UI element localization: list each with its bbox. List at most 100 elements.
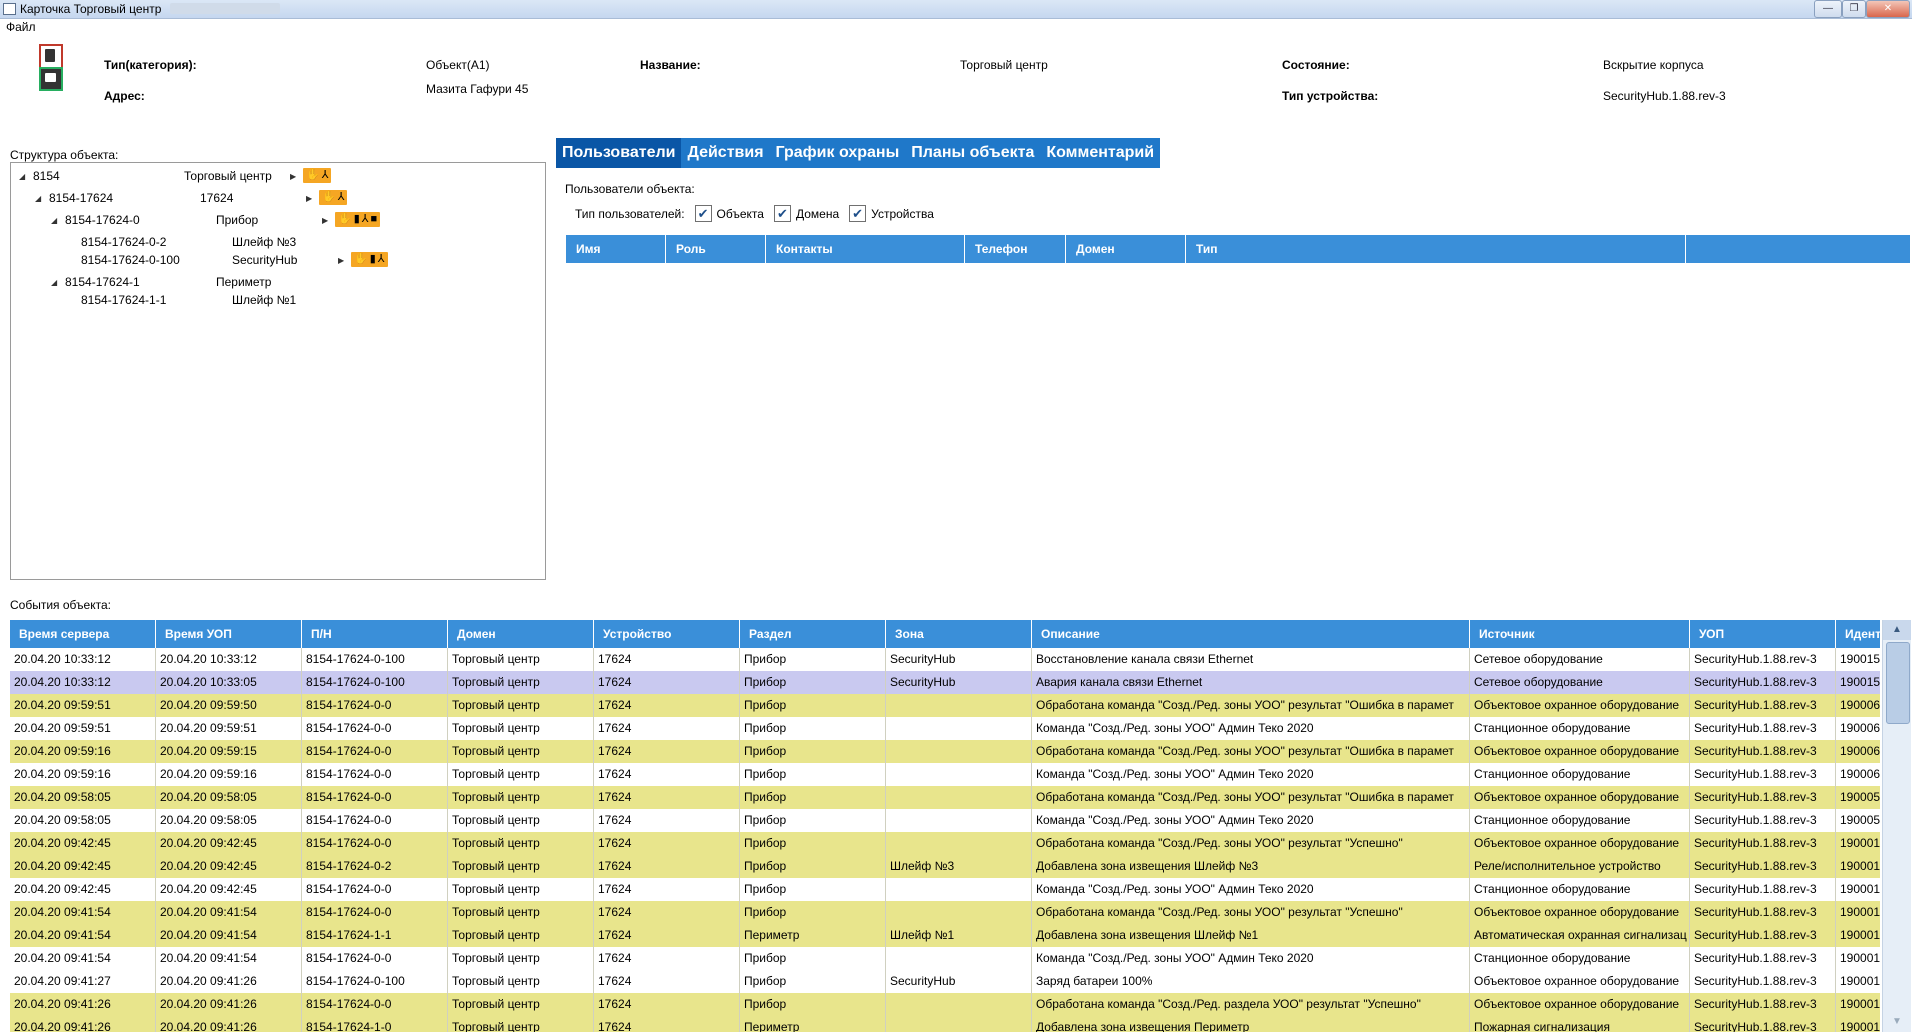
table-cell: Обработана команда "Созд./Ред. зоны УОО"… — [1032, 786, 1470, 809]
table-row[interactable]: 20.04.20 09:59:16 20.04.20 09:59:15 8154-1… — [10, 740, 1880, 763]
table-cell: 20.04.20 09:58:05 — [10, 786, 156, 809]
table-row[interactable]: 20.04.20 09:59:51 20.04.20 09:59:50 8154-1… — [10, 694, 1880, 717]
expand-icon[interactable]: ◢ — [19, 172, 25, 181]
tree-node-name[interactable]: Торговый центр — [184, 169, 272, 183]
tree-node-name[interactable]: Прибор — [216, 213, 258, 227]
table-row[interactable]: 20.04.20 09:58:05 20.04.20 09:58:05 8154-1… — [10, 809, 1880, 832]
tab-actions[interactable]: Действия — [681, 138, 769, 168]
table-cell: Прибор — [740, 717, 886, 740]
column-header[interactable]: П/Н — [302, 620, 448, 648]
scroll-down-icon[interactable]: ▼ — [1883, 1012, 1911, 1032]
column-header[interactable]: Домен — [448, 620, 594, 648]
table-cell: 17624 — [594, 671, 740, 694]
table-cell: 20.04.20 10:33:12 — [10, 671, 156, 694]
column-header-empty — [1686, 235, 1910, 263]
scroll-up-icon[interactable]: ▲ — [1883, 620, 1911, 640]
tree-node-name[interactable]: 17624 — [200, 191, 233, 205]
table-row[interactable]: 20.04.20 10:33:12 20.04.20 10:33:05 8154-1… — [10, 671, 1880, 694]
tree-node-id[interactable]: 8154-17624-0 — [65, 213, 140, 227]
checkbox-device[interactable]: ✔ — [849, 205, 867, 222]
table-row[interactable]: 20.04.20 09:41:27 20.04.20 09:41:26 8154-1… — [10, 970, 1880, 993]
table-row[interactable]: 20.04.20 09:41:54 20.04.20 09:41:54 8154-1… — [10, 901, 1880, 924]
checkbox-domain[interactable]: ✔ — [773, 205, 791, 222]
tree-node-id[interactable]: 8154 — [33, 169, 60, 183]
column-header[interactable]: Зона — [886, 620, 1032, 648]
table-cell: SecurityHub.1.88.rev-3 — [1690, 809, 1836, 832]
tab-schedule[interactable]: График охраны — [770, 138, 906, 168]
menu-file[interactable]: Файл — [6, 20, 36, 34]
tree-node-badges: ✋ ▮ ⅄ ■ — [335, 212, 381, 227]
column-header[interactable]: Контакты — [766, 235, 965, 263]
badge-arrow-icon[interactable]: ▶ — [338, 256, 344, 265]
table-cell: 190001 — [1836, 970, 1880, 993]
table-cell — [886, 947, 1032, 970]
expand-icon[interactable]: ◢ — [51, 216, 57, 225]
badge-arrow-icon[interactable]: ▶ — [306, 194, 312, 203]
column-header[interactable]: Имя — [566, 235, 666, 263]
close-button[interactable]: ✕ — [1866, 0, 1910, 18]
expand-icon[interactable]: ◢ — [51, 278, 57, 287]
tree-node-id[interactable]: 8154-17624-0-2 — [81, 235, 166, 249]
scroll-thumb[interactable] — [1886, 642, 1910, 724]
tab-comments[interactable]: Комментарий — [1040, 138, 1160, 168]
table-cell: Шлейф №3 — [886, 855, 1032, 878]
badge-arrow-icon[interactable]: ▶ — [290, 172, 296, 181]
tree-node-name[interactable]: Шлейф №1 — [232, 293, 296, 307]
column-header[interactable]: Роль — [666, 235, 766, 263]
column-header[interactable]: Тип — [1186, 235, 1686, 263]
table-row[interactable]: 20.04.20 09:59:51 20.04.20 09:59:51 8154-1… — [10, 717, 1880, 740]
table-row[interactable]: 20.04.20 09:41:26 20.04.20 09:41:26 8154-1… — [10, 1016, 1880, 1032]
tree-node-name[interactable]: Периметр — [216, 275, 271, 289]
column-header[interactable]: Время сервера — [10, 620, 156, 648]
table-cell: Торговый центр — [448, 671, 594, 694]
table-cell: 8154-17624-0-0 — [302, 694, 448, 717]
tree-node-name[interactable]: Шлейф №3 — [232, 235, 296, 249]
column-header[interactable]: Источник — [1470, 620, 1690, 648]
table-row[interactable]: 20.04.20 09:41:26 20.04.20 09:41:26 8154-1… — [10, 993, 1880, 1016]
events-scrollbar[interactable]: ▲ ▼ — [1882, 620, 1911, 1032]
table-row[interactable]: 20.04.20 09:42:45 20.04.20 09:42:45 8154-1… — [10, 832, 1880, 855]
table-row[interactable]: 20.04.20 09:42:45 20.04.20 09:42:45 8154-1… — [10, 855, 1880, 878]
table-cell: SecurityHub.1.88.rev-3 — [1690, 993, 1836, 1016]
table-cell: 8154-17624-1-0 — [302, 1016, 448, 1032]
tree-node-id[interactable]: 8154-17624 — [49, 191, 113, 205]
column-header[interactable]: Раздел — [740, 620, 886, 648]
table-cell: 8154-17624-0-0 — [302, 809, 448, 832]
badge-arrow-icon[interactable]: ▶ — [322, 216, 328, 225]
table-row[interactable]: 20.04.20 09:42:45 20.04.20 09:42:45 8154-1… — [10, 878, 1880, 901]
column-header[interactable]: Идент — [1836, 620, 1880, 648]
table-cell: 17624 — [594, 763, 740, 786]
column-header[interactable]: Устройство — [594, 620, 740, 648]
structure-label: Структура объекта: — [10, 148, 119, 162]
tab-plans[interactable]: Планы объекта — [905, 138, 1040, 168]
tree-node-id[interactable]: 8154-17624-1-1 — [81, 293, 166, 307]
table-row[interactable]: 20.04.20 09:41:54 20.04.20 09:41:54 8154-1… — [10, 924, 1880, 947]
table-cell: 20.04.20 09:42:45 — [156, 832, 302, 855]
table-cell: Торговый центр — [448, 786, 594, 809]
tab-users[interactable]: Пользователи — [556, 138, 682, 168]
checkbox-object[interactable]: ✔ — [694, 205, 712, 222]
table-cell: Реле/исполнительное устройство — [1470, 855, 1690, 878]
table-row[interactable]: 20.04.20 09:59:16 20.04.20 09:59:16 8154-1… — [10, 763, 1880, 786]
tree-node-id[interactable]: 8154-17624-0-100 — [81, 253, 180, 267]
column-header[interactable]: Время УОП — [156, 620, 302, 648]
column-header[interactable]: Описание — [1032, 620, 1470, 648]
table-cell — [886, 832, 1032, 855]
table-row[interactable]: 20.04.20 09:41:54 20.04.20 09:41:54 8154-1… — [10, 947, 1880, 970]
column-header[interactable]: Домен — [1066, 235, 1186, 263]
table-cell: 17624 — [594, 901, 740, 924]
table-row[interactable]: 20.04.20 09:58:05 20.04.20 09:58:05 8154-1… — [10, 786, 1880, 809]
column-header[interactable]: УОП — [1690, 620, 1836, 648]
maximize-button[interactable]: ❐ — [1842, 0, 1866, 18]
table-row[interactable]: 20.04.20 10:33:12 20.04.20 10:33:12 8154-1… — [10, 648, 1880, 671]
table-cell: 20.04.20 09:41:27 — [10, 970, 156, 993]
column-header[interactable]: Телефон — [965, 235, 1066, 263]
table-cell: Объектовое охранное оборудование — [1470, 786, 1690, 809]
tree-node-name[interactable]: SecurityHub — [232, 253, 297, 267]
minimize-button[interactable]: — — [1814, 0, 1842, 18]
network-icon: ⅄ — [321, 169, 329, 181]
expand-icon[interactable]: ◢ — [35, 194, 41, 203]
tree-node-id[interactable]: 8154-17624-1 — [65, 275, 140, 289]
table-cell: 20.04.20 09:59:16 — [10, 763, 156, 786]
table-cell — [886, 878, 1032, 901]
